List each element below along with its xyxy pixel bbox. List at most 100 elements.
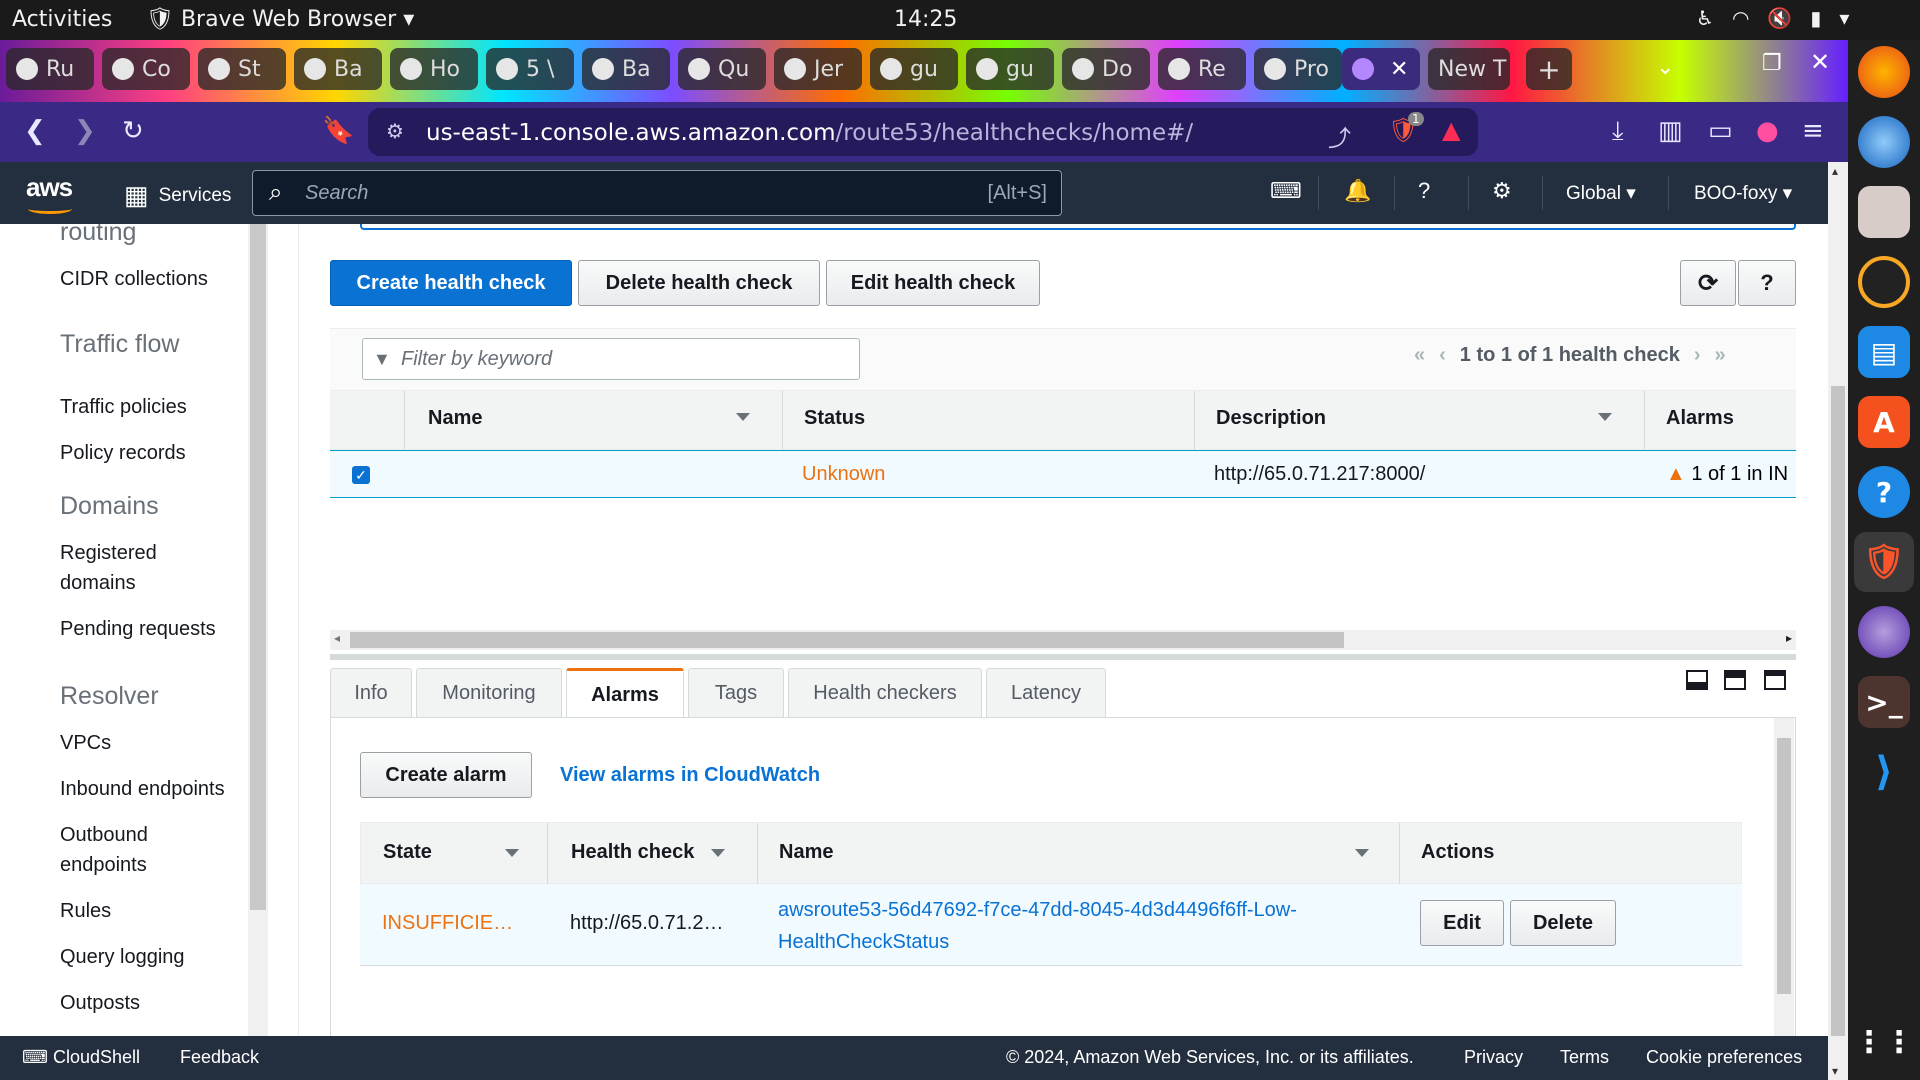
browser-tab[interactable]: New T (1428, 48, 1510, 90)
split-panel-divider[interactable] (330, 654, 1796, 660)
back-icon[interactable]: ❮ (24, 116, 46, 146)
first-page-icon[interactable]: « (1414, 344, 1425, 367)
tab-health-checkers[interactable]: Health checkers (788, 668, 982, 718)
sidebar-item-policy-records[interactable]: Policy records (60, 438, 186, 468)
sort-icon[interactable] (736, 413, 750, 421)
help-icon[interactable]: ? (1418, 178, 1430, 204)
create-health-check-button[interactable]: Create health check (330, 260, 572, 306)
row-checkbox[interactable]: ✓ (352, 466, 370, 484)
tab-alarms[interactable]: Alarms (566, 668, 684, 720)
new-tab-button[interactable]: + (1526, 48, 1572, 90)
next-page-icon[interactable]: › (1694, 344, 1701, 367)
show-apps-icon[interactable]: ⋮⋮ (1854, 1016, 1914, 1068)
sort-icon[interactable] (711, 849, 725, 857)
wallet-icon[interactable]: ▭ (1708, 116, 1733, 146)
services-menu[interactable]: ▦ Services (124, 180, 231, 211)
tab-tags[interactable]: Tags (688, 668, 784, 718)
accessibility-icon[interactable]: ♿ (1696, 6, 1714, 30)
brave-rewards-icon[interactable]: ▲ (1442, 116, 1460, 144)
site-settings-icon[interactable]: ⚙ (386, 119, 404, 143)
page-scrollbar-thumb[interactable] (1831, 386, 1845, 1036)
privacy-link[interactable]: Privacy (1464, 1047, 1523, 1068)
scroll-right-icon[interactable]: ▸ (1786, 631, 1792, 645)
sort-icon[interactable] (505, 849, 519, 857)
sidebar-item-cidr-collections[interactable]: CIDR collections (60, 264, 208, 294)
share-icon[interactable]: ⤴ (1328, 119, 1351, 153)
previous-page-icon[interactable]: ‹ (1439, 344, 1446, 367)
create-alarm-button[interactable]: Create alarm (360, 752, 532, 798)
panel-scrollbar-thumb[interactable] (1777, 738, 1791, 994)
settings-gear-icon[interactable]: ⚙ (1492, 178, 1512, 204)
column-header-alarms[interactable]: Alarms (1666, 407, 1734, 430)
edit-health-check-button[interactable]: Edit health check (826, 260, 1040, 306)
view-alarms-cloudwatch-link[interactable]: View alarms in CloudWatch (560, 764, 820, 787)
firefox-icon[interactable] (1858, 46, 1910, 98)
column-header-description[interactable]: Description (1216, 407, 1326, 430)
last-page-icon[interactable]: » (1715, 344, 1726, 367)
sort-icon[interactable] (1598, 413, 1612, 421)
browser-tab[interactable]: Ru (6, 48, 94, 90)
table-scrollbar-thumb[interactable] (350, 632, 1344, 648)
sidebar-toggle-icon[interactable]: ▥ (1658, 116, 1683, 146)
cookie-preferences-link[interactable]: Cookie preferences (1646, 1047, 1802, 1068)
close-tab-icon[interactable]: ✕ (1390, 57, 1408, 82)
files-icon[interactable] (1858, 186, 1910, 238)
browser-tab[interactable]: Qu (678, 48, 766, 90)
sidebar-item-rules[interactable]: Rules (60, 896, 111, 926)
sidebar-item-vpcs[interactable]: VPCs (60, 728, 111, 758)
search-input[interactable]: ⌕ Search [Alt+S] (252, 170, 1062, 216)
rhythmbox-icon[interactable] (1858, 256, 1910, 308)
account-menu[interactable]: BOO-foxy ▾ (1694, 182, 1792, 205)
reload-icon[interactable]: ↻ (122, 116, 144, 146)
browser-tab[interactable]: Ho (390, 48, 478, 90)
sidebar-item-pending-requests[interactable]: Pending requests (60, 614, 216, 644)
sidebar-item-registered-domains[interactable]: Registered domains (60, 538, 157, 598)
column-header-state[interactable]: State (383, 841, 432, 864)
browser-tab[interactable]: Jer (774, 48, 862, 90)
sidebar-item-outposts[interactable]: Outposts (60, 988, 140, 1018)
table-row[interactable]: Unknown http://65.0.71.217:8000/ ▲ 1 of … (330, 450, 1796, 498)
scroll-left-icon[interactable]: ◂ (334, 631, 340, 645)
sidebar-item-inbound-endpoints[interactable]: Inbound endpoints (60, 774, 225, 804)
cloudshell-button[interactable]: ⌨ CloudShell (22, 1047, 140, 1068)
thunderbird-icon[interactable] (1858, 116, 1910, 168)
delete-alarm-button[interactable]: Delete (1510, 900, 1616, 946)
tab-info[interactable]: Info (330, 668, 412, 718)
browser-tab[interactable]: Pro (1254, 48, 1342, 90)
sidebar-item-traffic-policies[interactable]: Traffic policies (60, 392, 187, 422)
sidebar-scrollbar-thumb[interactable] (250, 224, 266, 910)
tab-search-icon[interactable]: ⌄ (1656, 54, 1674, 80)
forward-icon[interactable]: ❯ (74, 116, 96, 146)
browser-tab[interactable]: St (198, 48, 286, 90)
browser-tab[interactable]: Do (1062, 48, 1150, 90)
restore-window-icon[interactable]: ❐ (1762, 50, 1782, 76)
split-full-icon[interactable] (1764, 670, 1786, 690)
alarm-name-link[interactable]: awsroute53-56d47692-f7ce-47dd-8045-4d3d4… (778, 894, 1297, 958)
browser-tab[interactable]: gu (966, 48, 1054, 90)
column-header-health-check[interactable]: Health check (571, 841, 694, 864)
sidebar-item-outbound-endpoints[interactable]: Outbound endpoints (60, 820, 148, 880)
tor-browser-icon[interactable] (1858, 606, 1910, 658)
notifications-bell-icon[interactable]: 🔔 (1344, 178, 1371, 204)
activities-button[interactable]: Activities (12, 7, 112, 32)
sort-icon[interactable] (1355, 849, 1369, 857)
browser-tab[interactable]: Ba (294, 48, 382, 90)
split-bottom-icon[interactable] (1686, 670, 1708, 690)
tab-monitoring[interactable]: Monitoring (416, 668, 562, 718)
help-button[interactable]: ? (1738, 260, 1796, 306)
aws-logo[interactable]: aws (26, 172, 73, 214)
terms-link[interactable]: Terms (1560, 1047, 1609, 1068)
delete-health-check-button[interactable]: Delete health check (578, 260, 820, 306)
refresh-button[interactable]: ⟳ (1680, 260, 1736, 306)
column-header-status[interactable]: Status (804, 407, 865, 430)
sidebar-item-query-logging[interactable]: Query logging (60, 942, 185, 972)
menu-icon[interactable]: ≡ (1802, 116, 1824, 146)
brave-icon[interactable]: 🛡 (1854, 532, 1914, 592)
system-tray[interactable]: ♿ ◠ 🔇 ▮ ▾ (1696, 6, 1849, 30)
help-icon[interactable]: ? (1858, 466, 1910, 518)
browser-tab-active[interactable]: ✕ (1342, 48, 1420, 90)
clock[interactable]: 14:25 (894, 7, 957, 32)
split-side-icon[interactable] (1724, 670, 1746, 690)
browser-tab[interactable]: Co (102, 48, 190, 90)
column-header-alarm-name[interactable]: Name (779, 841, 833, 864)
